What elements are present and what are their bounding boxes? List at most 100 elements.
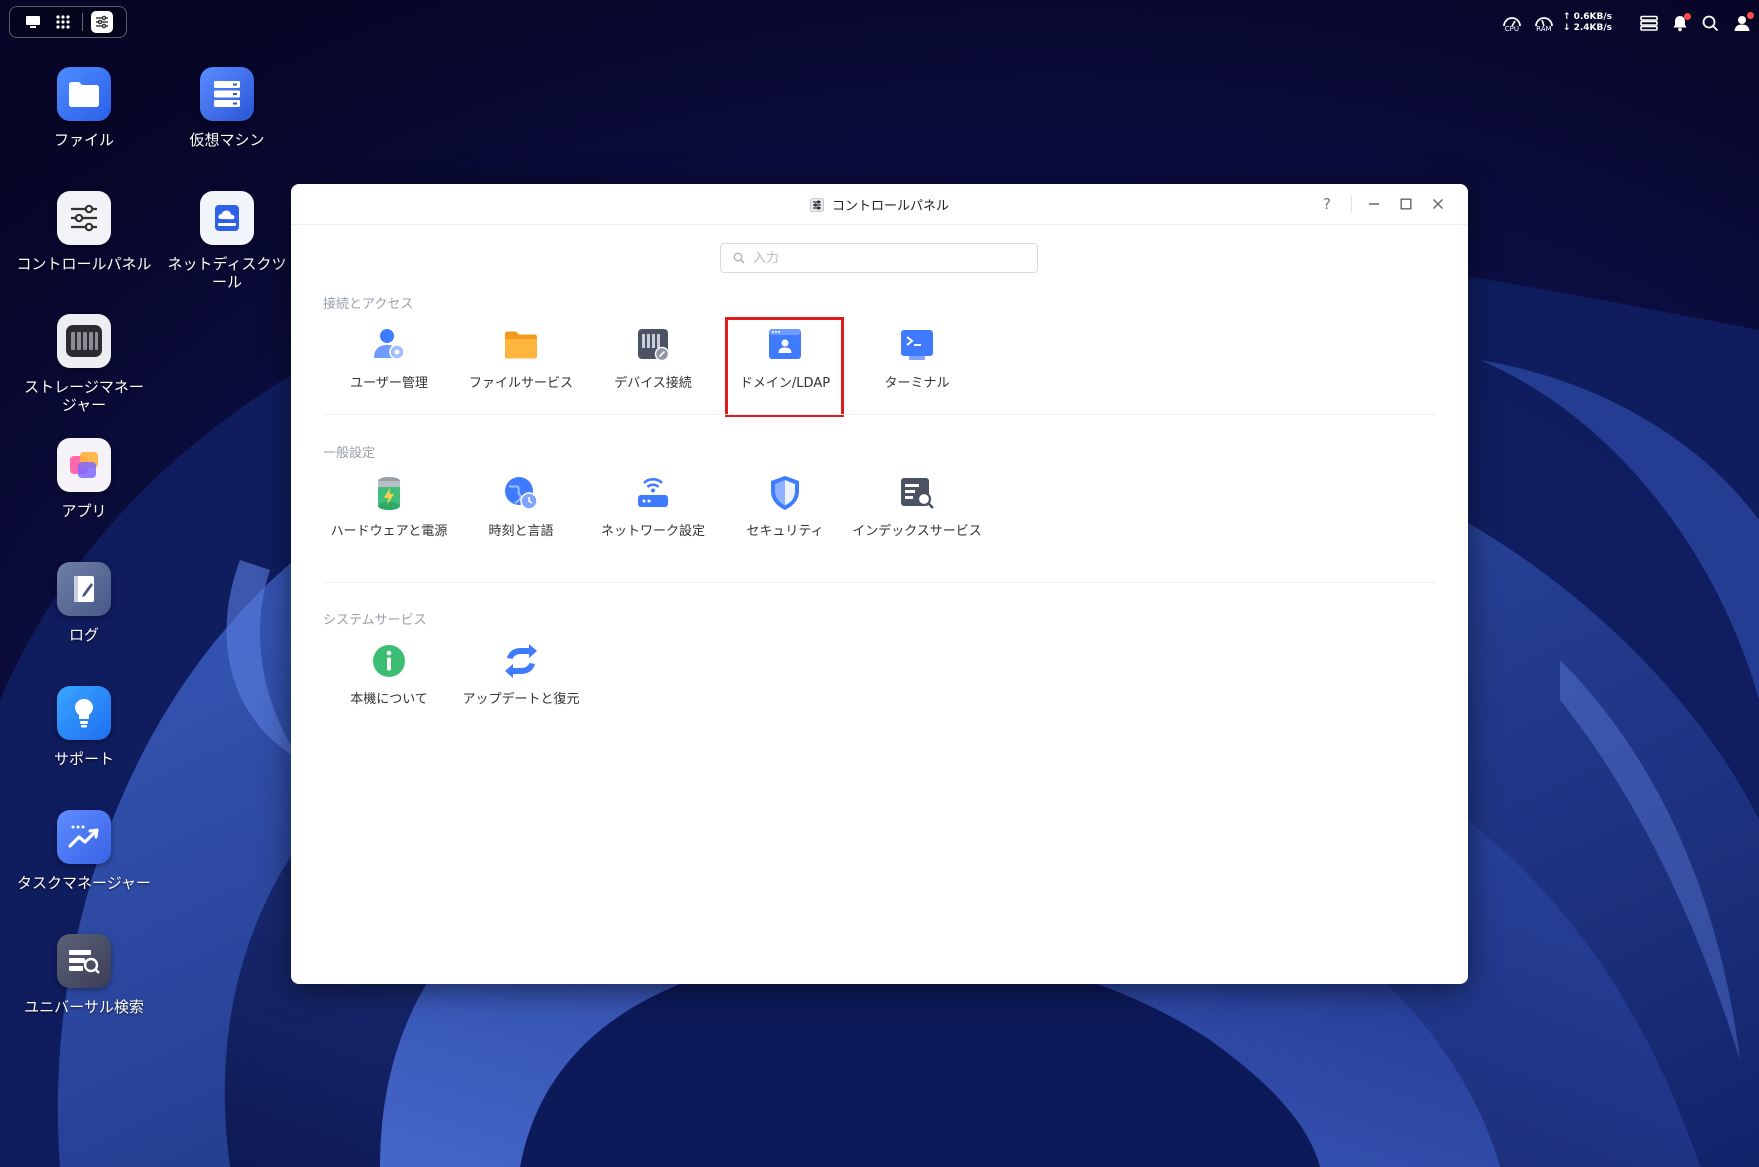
cpu-label: CPU (1504, 24, 1519, 33)
desktop-icon-label: ユニバーサル検索 (24, 998, 144, 1016)
notification-badge (1684, 12, 1691, 20)
cpu-gauge[interactable]: CPU (1499, 14, 1525, 33)
desktop-icon-virtual-machine[interactable]: 仮想マシン (157, 67, 297, 149)
desktop-icon-label: ストレージマネージャー (24, 378, 144, 414)
desktop-icon-files[interactable]: ファイル (14, 67, 154, 149)
search-icon[interactable] (1702, 15, 1719, 32)
item-update-restore[interactable]: アップデートと復元 (455, 641, 587, 709)
item-label: ハードウェアと電源 (330, 524, 448, 539)
window-titlebar[interactable]: コントロールパネル ? (291, 184, 1468, 225)
item-label: ファイルサービス (468, 376, 573, 391)
desktop-icon-label: ファイル (53, 131, 114, 149)
router-wifi-icon (633, 473, 673, 513)
item-label: ユーザー管理 (350, 376, 428, 391)
settings-search-box[interactable] (720, 243, 1038, 273)
item-label: ドメイン/LDAP (739, 376, 831, 391)
section-title-system-services: システムサービス (323, 613, 427, 628)
desktop-icon-label: サポート (53, 750, 114, 768)
desktop-icon-support[interactable]: サポート (14, 686, 154, 768)
user-badge (1747, 12, 1754, 19)
app-grid-icon[interactable] (52, 11, 74, 33)
control-panel-window: コントロールパネル ? 接続とアクセス ユーザー管理 ファイルサービス (291, 184, 1468, 984)
item-file-services[interactable]: ファイルサービス (455, 325, 587, 393)
ram-gauge[interactable]: RAM (1531, 14, 1557, 33)
folder-icon (57, 67, 111, 121)
item-label: デバイス接続 (614, 376, 692, 391)
cloud-drive-icon (200, 191, 254, 245)
lightbulb-icon (57, 686, 111, 740)
user-account-icon[interactable] (1733, 12, 1754, 32)
item-security[interactable]: セキュリティ (719, 473, 851, 541)
section-divider (323, 582, 1435, 583)
apps-icon (57, 438, 111, 492)
item-user-management[interactable]: ユーザー管理 (323, 325, 455, 393)
sync-arrows-icon (501, 641, 541, 681)
section-title-connection-access: 接続とアクセス (323, 297, 414, 312)
desktop-icon-storage-manager[interactable]: ストレージマネージャー (14, 314, 154, 414)
server-rack-icon (200, 67, 254, 121)
minimize-icon (1369, 203, 1379, 205)
desktop-icon-log[interactable]: ログ (14, 562, 154, 644)
notification-bell-icon[interactable] (1672, 12, 1691, 32)
control-panel-taskbar-icon[interactable] (91, 11, 113, 33)
item-time-language[interactable]: 時刻と言語 (455, 473, 587, 541)
desktop-icon-label: アプリ (61, 502, 107, 520)
widgets-icon[interactable] (1640, 15, 1658, 31)
desktop-icon-label: ネットディスクツール (167, 255, 287, 291)
desktop-icon-label: コントロールパネル (16, 255, 152, 273)
control-panel-title-icon (809, 197, 824, 212)
log-book-icon (57, 562, 111, 616)
search-input[interactable] (751, 249, 1025, 267)
desktop-icon-apps[interactable]: アプリ (14, 438, 154, 520)
item-label: 時刻と言語 (488, 524, 554, 539)
item-label: インデックスサービス (852, 524, 982, 539)
item-label: ネットワーク設定 (600, 524, 705, 539)
users-icon (369, 325, 409, 365)
search-icon (733, 252, 745, 264)
item-index-service[interactable]: インデックスサービス (851, 473, 983, 541)
top-bar: CPU RAM ↑ 0.6KB/s ↓ 2.4KB/s (0, 0, 1759, 46)
item-label: セキュリティ (746, 524, 824, 539)
maximize-button[interactable] (1396, 194, 1416, 214)
upload-speed: ↑ 0.6KB/s (1562, 12, 1612, 22)
folder-icon (501, 325, 541, 365)
network-speed[interactable]: ↑ 0.6KB/s ↓ 2.4KB/s (1563, 12, 1612, 34)
close-button[interactable] (1428, 194, 1448, 214)
item-device-connection[interactable]: デバイス接続 (587, 325, 719, 393)
desktop-icon-label: タスクマネージャー (17, 874, 151, 892)
item-label: 本機について (350, 692, 428, 707)
item-terminal[interactable]: ターミナル (851, 325, 983, 393)
window-title: コントロールパネル (831, 199, 949, 214)
item-label: アップデートと復元 (462, 692, 580, 707)
ram-label: RAM (1536, 24, 1552, 33)
item-about-device[interactable]: 本機について (323, 641, 455, 709)
item-network-settings[interactable]: ネットワーク設定 (587, 473, 719, 541)
window-title-group: コントロールパネル (291, 195, 1468, 214)
section-title-general-settings: 一般設定 (323, 446, 376, 461)
desktop-icon-task-manager[interactable]: タスクマネージャー (14, 810, 154, 892)
close-icon (1433, 199, 1443, 209)
download-speed: ↓ 2.4KB/s (1562, 23, 1612, 33)
system-tray: CPU RAM ↑ 0.6KB/s ↓ 2.4KB/s (1499, 8, 1754, 38)
launcher-group (9, 6, 127, 38)
maximize-icon (1400, 198, 1412, 210)
launcher-divider (82, 13, 83, 31)
show-desktop-icon[interactable] (22, 11, 44, 33)
titlebar-divider (1351, 196, 1352, 212)
desktop-icon-net-disk-tool[interactable]: ネットディスクツール (157, 191, 297, 291)
desktop-icon-control-panel[interactable]: コントロールパネル (14, 191, 154, 273)
item-domain-ldap[interactable]: ドメイン/LDAP (719, 325, 851, 393)
section-divider (323, 414, 1435, 415)
shield-icon (765, 473, 805, 513)
index-search-icon (897, 473, 937, 513)
item-hardware-power[interactable]: ハードウェアと電源 (323, 473, 455, 541)
desktop-icon-universal-search[interactable]: ユニバーサル検索 (14, 934, 154, 1016)
minimize-button[interactable] (1364, 194, 1384, 214)
desktop-icon-label: ログ (68, 626, 99, 644)
index-search-icon (57, 934, 111, 988)
help-button[interactable]: ? (1317, 194, 1337, 214)
globe-clock-icon (501, 473, 541, 513)
device-nas-icon (633, 325, 673, 365)
sliders-icon (57, 191, 111, 245)
item-label: ターミナル (884, 376, 950, 391)
